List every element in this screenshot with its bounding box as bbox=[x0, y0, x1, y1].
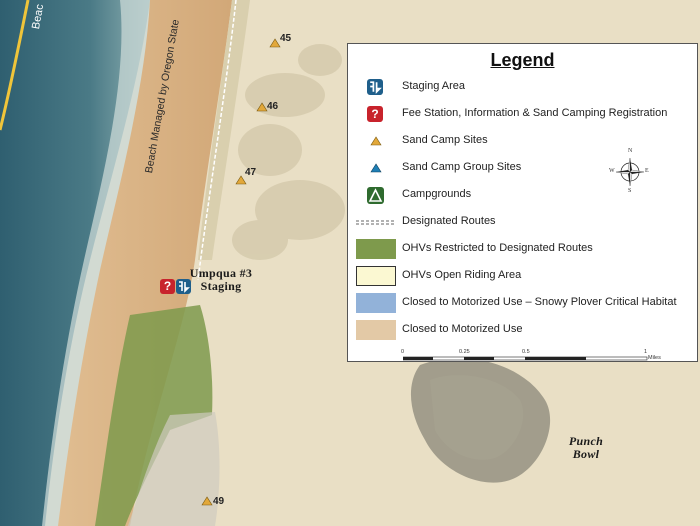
staging-area-icon bbox=[367, 79, 383, 95]
punch-bowl-line2: Bowl bbox=[572, 447, 600, 461]
scale-tick-0: 0 bbox=[401, 349, 405, 355]
scale-tick-025: 0.25 bbox=[459, 349, 470, 355]
orange-triangle-icon bbox=[370, 136, 382, 146]
legend-label: Closed to Motorized Use bbox=[402, 323, 523, 335]
dashed-line-icon bbox=[356, 220, 396, 225]
site-label-46: 46 bbox=[267, 101, 279, 112]
legend-label: Sand Camp Sites bbox=[402, 134, 488, 146]
closed-motorized-swatch bbox=[356, 320, 396, 340]
compass-west: W bbox=[609, 168, 615, 174]
compass-north: N bbox=[628, 148, 633, 154]
compass-east: E bbox=[645, 168, 649, 174]
legend-label: OHVs Open Riding Area bbox=[402, 269, 522, 281]
compass-south: S bbox=[628, 188, 632, 194]
legend-label: Closed to Motorized Use – Snowy Plover C… bbox=[402, 296, 677, 308]
legend-item-closed-motorized: Closed to Motorized Use bbox=[352, 320, 695, 342]
snowy-plover-swatch bbox=[356, 293, 396, 313]
legend-label: Campgrounds bbox=[402, 188, 472, 200]
staging-area-name: Umpqua #3 Staging bbox=[188, 267, 254, 293]
ohv-open-swatch bbox=[356, 266, 396, 286]
legend-label: Staging Area bbox=[402, 80, 465, 92]
legend-item-snowy-plover: Closed to Motorized Use – Snowy Plover C… bbox=[352, 293, 695, 315]
fee-station-icon[interactable]: ? bbox=[160, 279, 175, 294]
legend-panel: Legend Staging Area ? Fee Station, Infor… bbox=[347, 43, 698, 362]
legend-item-ohv-open: OHVs Open Riding Area bbox=[352, 266, 695, 288]
scale-tick-1: 1 bbox=[644, 349, 648, 355]
legend-item-fee-station: ? Fee Station, Information & Sand Campin… bbox=[352, 104, 695, 126]
scale-bar-graphic bbox=[403, 356, 648, 361]
site-label-45: 45 bbox=[280, 33, 292, 44]
scale-tick-05: 0.5 bbox=[522, 349, 530, 355]
legend-label: Sand Camp Group Sites bbox=[402, 161, 522, 173]
site-label-47: 47 bbox=[245, 167, 257, 178]
staging-label-line2: Staging bbox=[200, 279, 242, 293]
legend-label: Designated Routes bbox=[402, 215, 496, 227]
ohv-restricted-swatch bbox=[356, 239, 396, 259]
legend-label: Fee Station, Information & Sand Camping … bbox=[402, 107, 668, 119]
legend-title: Legend bbox=[490, 50, 555, 70]
site-label-49: 49 bbox=[213, 496, 225, 507]
legend-item-staging-area: Staging Area bbox=[352, 77, 695, 99]
punch-bowl-label: Punch Bowl bbox=[556, 435, 616, 461]
legend-item-designated-routes: Designated Routes bbox=[352, 212, 695, 234]
legend-label: OHVs Restricted to Designated Routes bbox=[402, 242, 593, 254]
campground-icon bbox=[367, 187, 384, 204]
legend-item-ohv-restricted: OHVs Restricted to Designated Routes bbox=[352, 239, 695, 261]
scale-unit: Miles bbox=[648, 355, 661, 361]
scale-bar: 0 0.25 0.5 1 Miles bbox=[401, 349, 663, 363]
blue-triangle-icon bbox=[370, 163, 382, 173]
compass-rose: N S E W bbox=[609, 148, 650, 194]
fee-station-icon: ? bbox=[367, 106, 383, 122]
